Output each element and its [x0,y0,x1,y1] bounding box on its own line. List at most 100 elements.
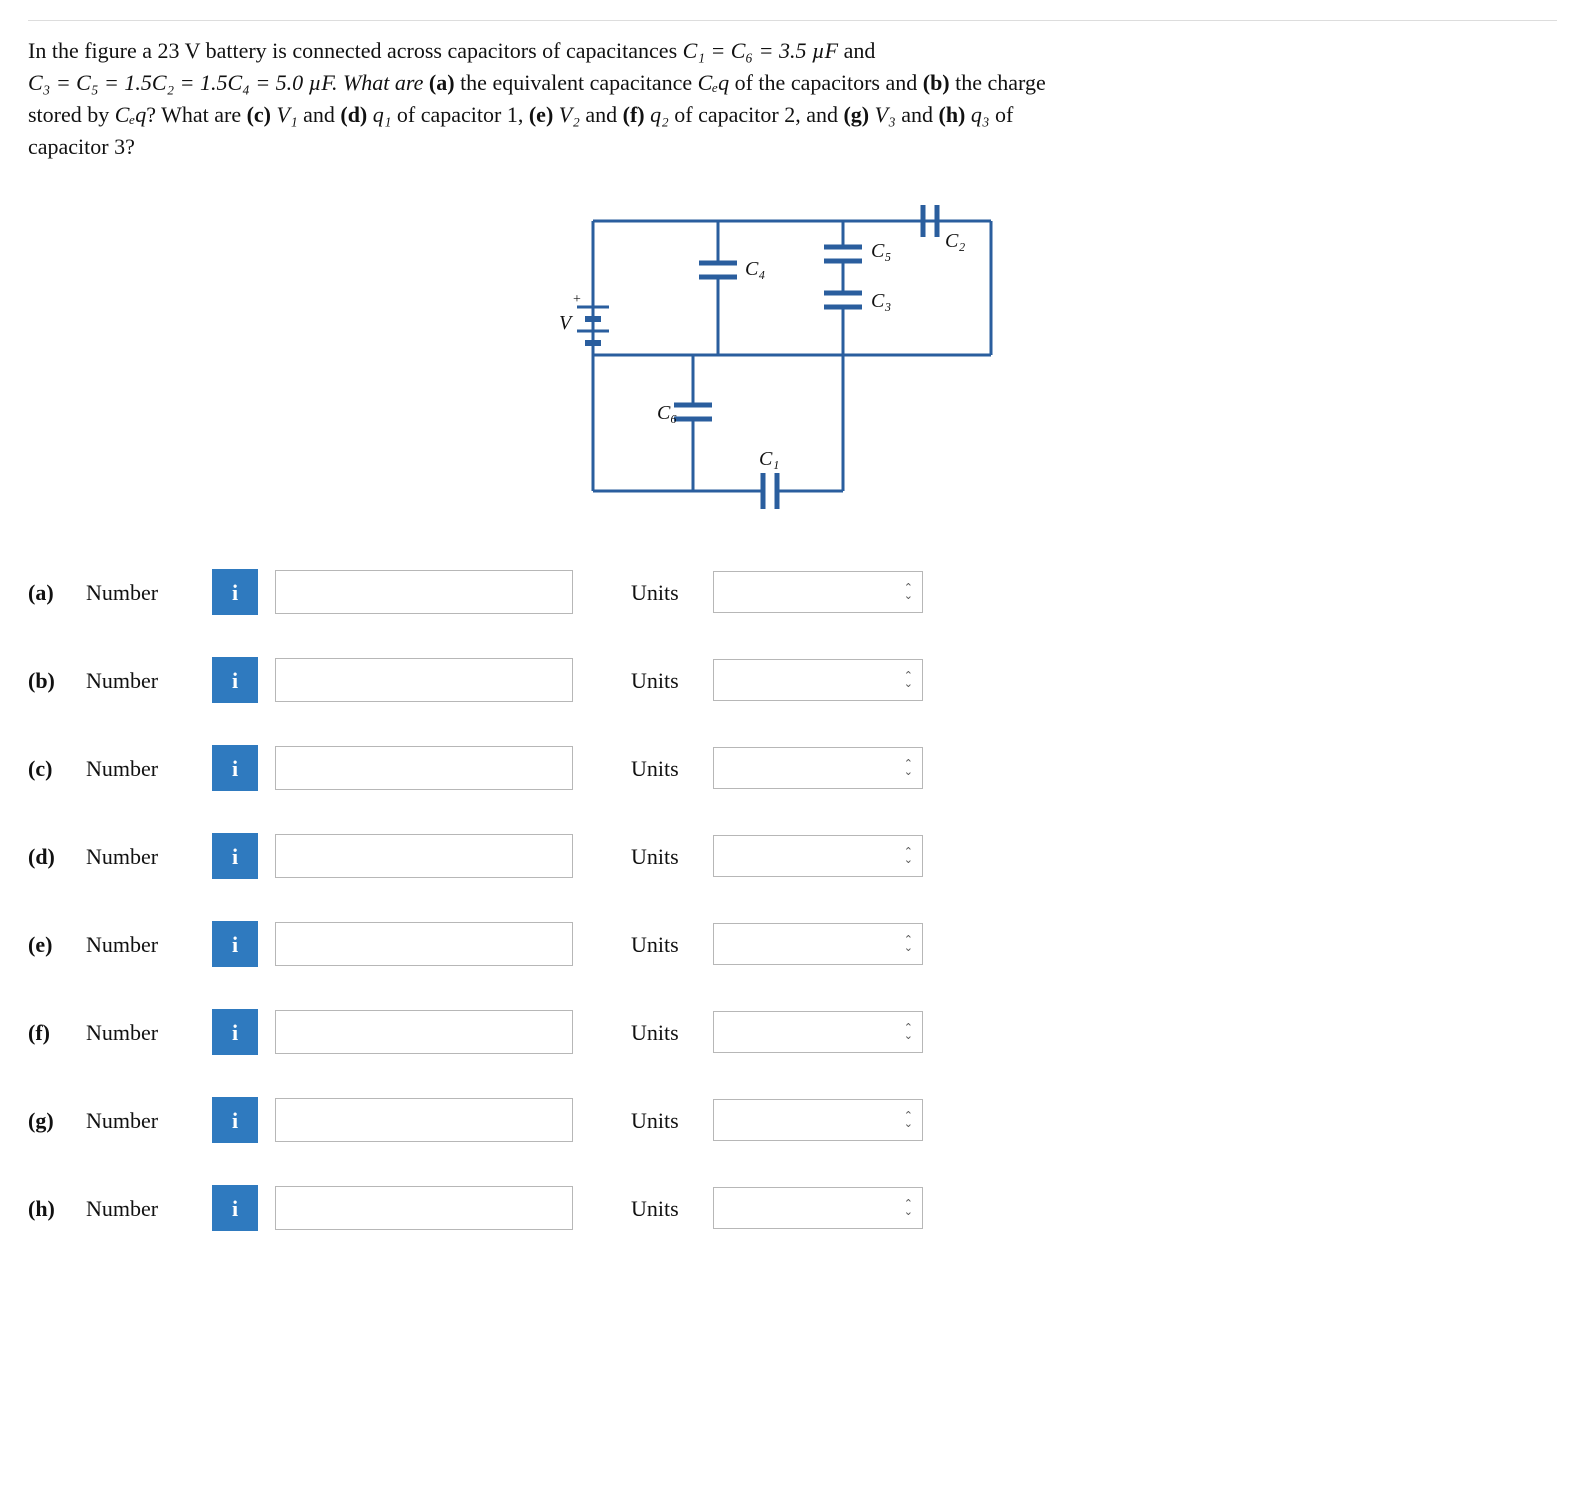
text: V₂ [553,102,585,127]
answer-row: (f) Numberi Units [28,1009,1557,1055]
text: (g) [843,102,869,127]
units-label: Units [631,753,695,785]
label-v: V [559,312,574,334]
units-label: Units [631,1193,695,1225]
text: (f) [623,102,645,127]
label-c1: C₁ [759,448,779,470]
number-input[interactable] [275,1098,573,1142]
text: of capacitor 1, [397,102,529,127]
units-select[interactable] [713,1099,923,1141]
units-label: Units [631,665,695,697]
number-label: Number [86,665,194,697]
label-c3: C₃ [871,290,891,312]
text: (d) [340,102,367,127]
units-select[interactable] [713,1011,923,1053]
answer-row: (a) Numberi Units [28,569,1557,615]
info-icon[interactable]: i [212,745,258,791]
info-icon[interactable]: i [212,833,258,879]
circuit-diagram: V + C₄ C₅ C₃ C₂ C₆ C₁ [28,191,1557,530]
text: V₃ [869,102,901,127]
text: (e) [529,102,553,127]
text: ? What are [146,102,246,127]
number-label: Number [86,1017,194,1049]
svg-text:+: + [573,292,581,307]
units-select[interactable] [713,659,923,701]
text: of the capacitors and [729,70,923,95]
number-label: Number [86,577,194,609]
text: 23 V [158,38,201,63]
number-input[interactable] [275,658,573,702]
label-c4: C₄ [745,258,765,280]
number-input[interactable] [275,834,573,878]
text: (c) [247,102,271,127]
text: of [995,102,1013,127]
units-label: Units [631,841,695,873]
number-label: Number [86,1193,194,1225]
units-label: Units [631,929,695,961]
text: and [303,102,340,127]
text: of capacitor 2, and [674,102,843,127]
part-label: (c) [28,753,68,785]
units-select[interactable] [713,571,923,613]
text: the equivalent capacitance [455,70,698,95]
text: and [901,102,938,127]
units-select[interactable] [713,835,923,877]
label-c2: C₂ [945,230,965,252]
text: and [838,38,875,63]
label-c6: C₆ [657,402,677,424]
answer-row: (h) Numberi Units [28,1185,1557,1231]
text: V₁ [271,102,303,127]
number-label: Number [86,1105,194,1137]
units-label: Units [631,1105,695,1137]
info-icon[interactable]: i [212,1009,258,1055]
number-input[interactable] [275,570,573,614]
number-input[interactable] [275,746,573,790]
label-c5: C₅ [871,240,891,262]
info-icon[interactable]: i [212,657,258,703]
number-label: Number [86,841,194,873]
text: C₁ = C₆ = 3.5 µF [683,38,838,63]
problem-statement: In the figure a 23 V battery is connecte… [28,35,1557,163]
text: q₃ [965,102,995,127]
units-label: Units [631,1017,695,1049]
units-select[interactable] [713,923,923,965]
text: q₂ [645,102,675,127]
part-label: (a) [28,577,68,609]
units-label: Units [631,577,695,609]
answer-row: (g) Numberi Units [28,1097,1557,1143]
text: the charge [950,70,1046,95]
number-input[interactable] [275,1010,573,1054]
text: In the figure a [28,38,158,63]
part-label: (b) [28,665,68,697]
units-select[interactable] [713,1187,923,1229]
text: battery is connected across capacitors o… [200,38,683,63]
text: C₃ = C₅ = 1.5C₂ = 1.5C₄ = 5.0 µF. What a… [28,70,429,95]
part-label: (d) [28,841,68,873]
part-label: (g) [28,1105,68,1137]
number-label: Number [86,753,194,785]
text: q₁ [367,102,397,127]
units-select[interactable] [713,747,923,789]
info-icon[interactable]: i [212,569,258,615]
answer-row: (e) Numberi Units [28,921,1557,967]
text: (a) [429,70,455,95]
info-icon[interactable]: i [212,1097,258,1143]
info-icon[interactable]: i [212,921,258,967]
text: Cₑq [115,102,146,127]
text: and [585,102,622,127]
info-icon[interactable]: i [212,1185,258,1231]
part-label: (e) [28,929,68,961]
text: Cₑq [698,70,729,95]
answer-row: (c) Numberi Units [28,745,1557,791]
text: capacitor 3? [28,134,135,159]
text: (b) [923,70,950,95]
text: (h) [939,102,966,127]
number-label: Number [86,929,194,961]
text: stored by [28,102,115,127]
answer-row: (d) Numberi Units [28,833,1557,879]
part-label: (f) [28,1017,68,1049]
number-input[interactable] [275,922,573,966]
part-label: (h) [28,1193,68,1225]
answer-row: (b) Numberi Units [28,657,1557,703]
number-input[interactable] [275,1186,573,1230]
